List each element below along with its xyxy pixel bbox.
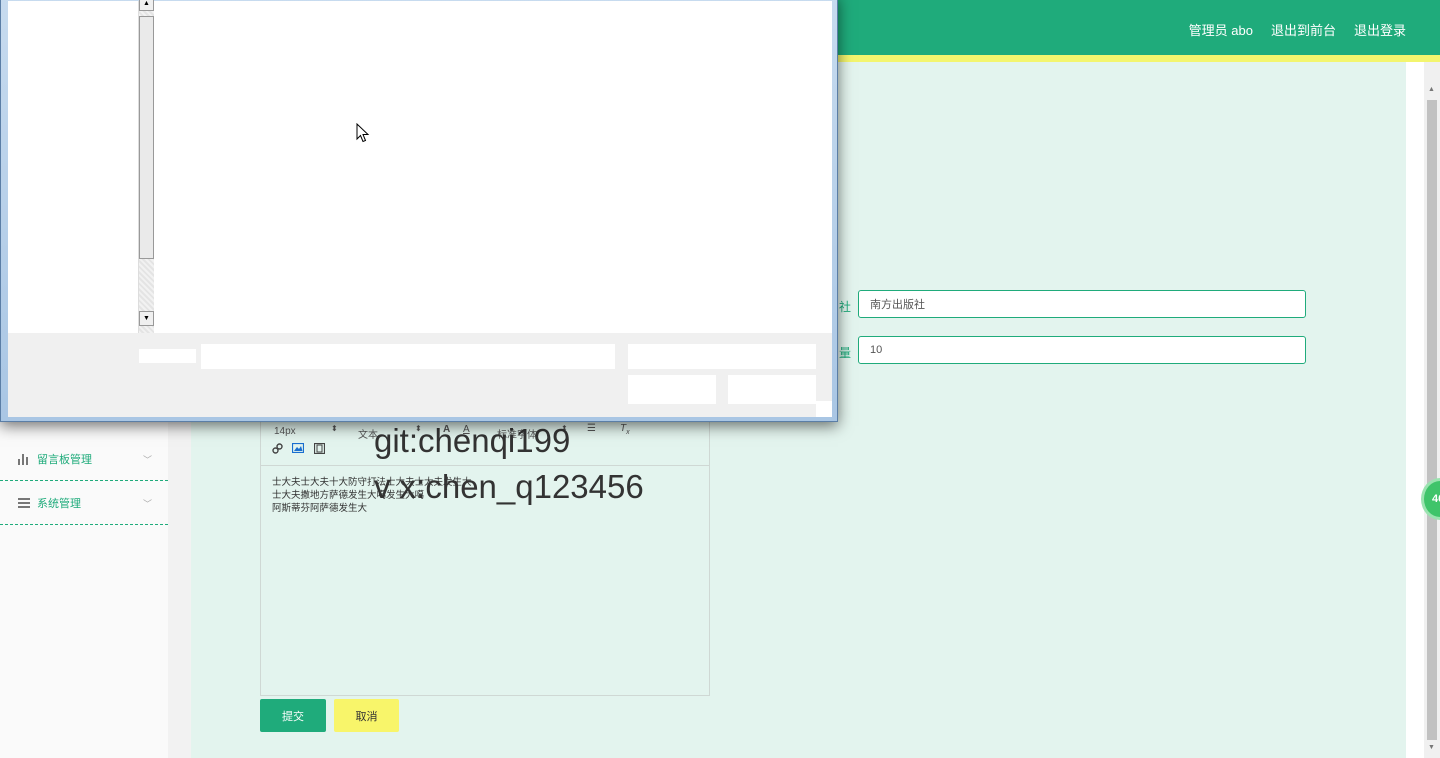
dialog-scrollbar-thumb[interactable]	[139, 16, 154, 259]
filename-input[interactable]	[201, 344, 615, 369]
chevron-down-icon: ﹀	[142, 498, 152, 509]
watermark-line2: v x:chen_q123456	[374, 468, 644, 505]
mouse-cursor-icon	[356, 122, 370, 148]
link-icon[interactable]	[272, 443, 283, 457]
menu-lines-icon	[17, 496, 31, 510]
publisher-label: 社	[839, 300, 852, 314]
sidebar-item-label: 留言板管理	[37, 454, 92, 466]
filename-label-box	[139, 349, 196, 363]
rich-text-editor: 14px ⬍ 文本 ⬍ A A 标准字体 ⬍ ☰ Tx 士大夫士大夫十大防守打法…	[260, 420, 710, 696]
image-icon[interactable]	[291, 442, 305, 456]
scroll-down-icon[interactable]: ▼	[1428, 744, 1435, 751]
file-dialog: ▲ ▼	[0, 0, 838, 422]
bar-chart-icon	[17, 452, 31, 466]
dialog-file-list[interactable]	[154, 1, 832, 333]
scroll-up-icon[interactable]: ▲	[1428, 86, 1435, 93]
submit-button[interactable]: 提交	[260, 699, 326, 732]
file-type-select[interactable]	[628, 344, 816, 369]
logout-link[interactable]: 退出登录	[1354, 20, 1406, 39]
select-arrows-icon: ⬍	[331, 424, 338, 433]
sidebar-item-label: 系统管理	[37, 498, 81, 510]
dialog-cancel-button[interactable]	[728, 375, 816, 404]
page-scrollbar[interactable]: ▲ ▼	[1424, 62, 1440, 758]
dialog-nav-scrollbar[interactable]: ▲ ▼	[138, 0, 154, 333]
sidebar-item-system[interactable]: 系统管理 ﹀	[0, 482, 168, 525]
open-button[interactable]	[628, 375, 716, 404]
scroll-down-icon[interactable]: ▼	[139, 311, 154, 326]
dialog-nav-pane[interactable]	[8, 1, 138, 333]
resize-grip[interactable]	[816, 401, 832, 417]
back-to-frontend-link[interactable]: 退出到前台	[1271, 20, 1336, 39]
scroll-up-icon[interactable]: ▲	[139, 0, 154, 11]
chevron-down-icon: ﹀	[142, 454, 152, 465]
watermark-line1: git:chenqi199	[374, 422, 571, 459]
page-scrollbar-thumb[interactable]	[1427, 100, 1437, 740]
quantity-input[interactable]: 10	[858, 336, 1306, 364]
quantity-label: 量	[839, 346, 852, 360]
clear-format-icon[interactable]: Tx	[620, 423, 630, 436]
dialog-footer	[8, 333, 832, 417]
video-icon[interactable]	[313, 442, 326, 457]
publisher-input[interactable]: 南方出版社	[858, 290, 1306, 318]
admin-user-link[interactable]: 管理员 abo	[1189, 20, 1253, 39]
dialog-body: ▲ ▼	[8, 0, 832, 417]
sidebar-item-message-board[interactable]: 留言板管理 ﹀	[0, 438, 168, 481]
cancel-button[interactable]: 取消	[334, 699, 399, 732]
top-links: 管理员 abo 退出到前台 退出登录	[1189, 20, 1406, 39]
right-gap	[1406, 62, 1424, 758]
font-size-select[interactable]: 14px	[274, 426, 296, 437]
align-icon[interactable]: ☰	[587, 423, 596, 434]
